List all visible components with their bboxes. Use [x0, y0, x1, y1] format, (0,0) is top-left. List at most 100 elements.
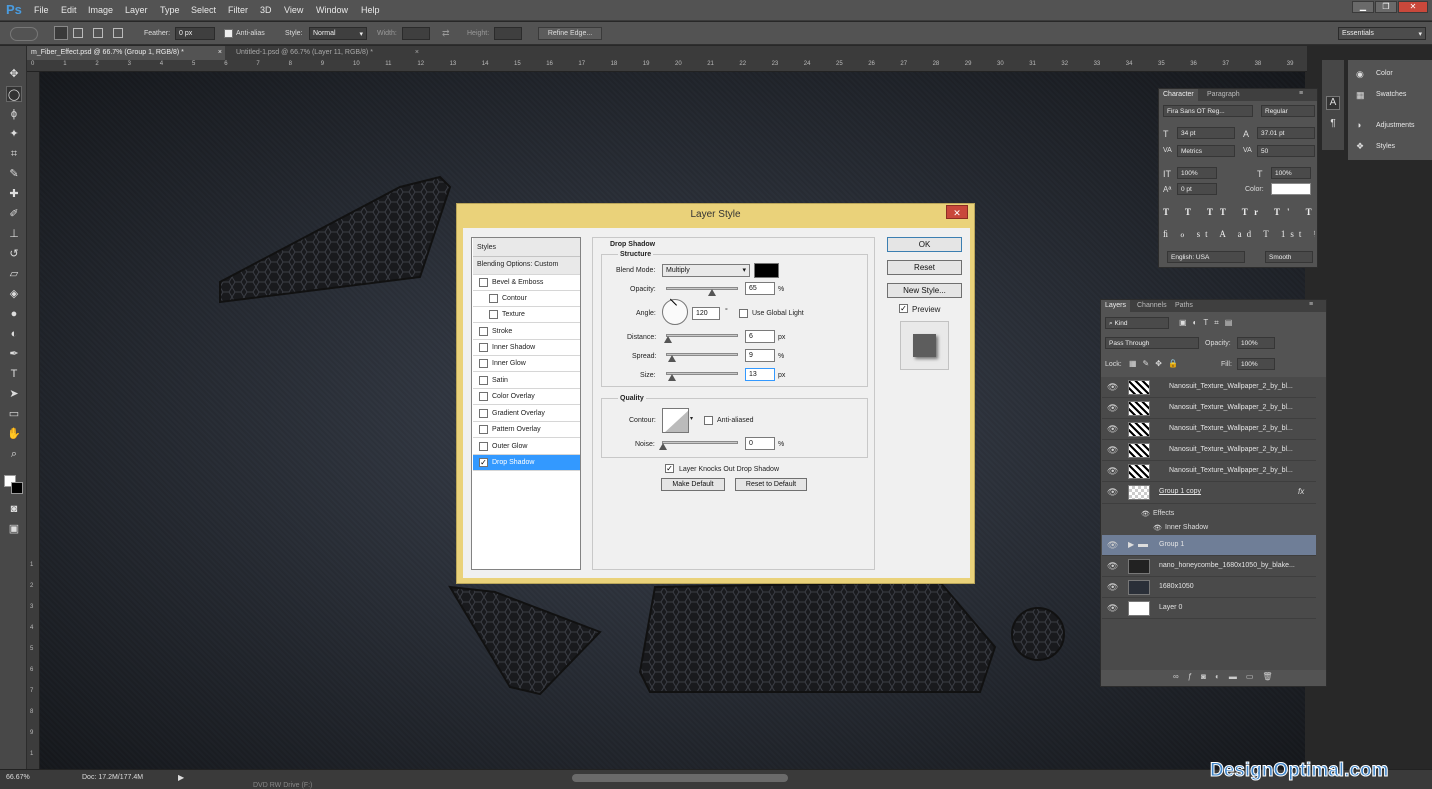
preview-checkbox[interactable]: ✓ — [899, 304, 908, 313]
menu-type[interactable]: Type — [160, 5, 180, 15]
noise-field[interactable]: 0 — [745, 437, 775, 450]
expand-triangle-icon[interactable]: ▶ — [1128, 540, 1134, 549]
spread-slider[interactable] — [666, 353, 738, 356]
satin-checkbox[interactable] — [479, 376, 488, 385]
close-icon[interactable]: ✕ — [1398, 1, 1428, 13]
vertical-scale-field[interactable]: 100% — [1177, 167, 1217, 179]
tracking-field[interactable]: 50 — [1257, 145, 1315, 157]
font-size-field[interactable]: 34 pt — [1177, 127, 1235, 139]
tab-untitled[interactable]: Untitled-1.psd @ 66.7% (Layer 11, RGB/8)… — [232, 46, 422, 60]
pattern-overlay-checkbox[interactable] — [479, 425, 488, 434]
eye-icon[interactable]: 👁 — [1107, 540, 1118, 551]
bevel-emboss-checkbox[interactable] — [479, 278, 488, 287]
history-brush-tool-icon[interactable]: ↺ — [6, 246, 22, 262]
clone-stamp-tool-icon[interactable]: ⊥ — [6, 226, 22, 242]
background-color-swatch[interactable] — [11, 482, 23, 494]
menu-layer[interactable]: Layer — [125, 5, 148, 15]
style-item-satin[interactable]: Satin — [473, 373, 580, 389]
paint-bucket-tool-icon[interactable]: ◈ — [6, 286, 22, 302]
color-panel-icon[interactable]: ◉ — [1356, 69, 1364, 80]
healing-brush-tool-icon[interactable]: ✚ — [6, 186, 22, 202]
crop-tool-icon[interactable]: ⌗ — [6, 146, 22, 162]
panel-menu-icon[interactable]: ≡ — [1309, 301, 1313, 308]
workspace-select[interactable]: Essentials ▾ — [1338, 27, 1426, 40]
reset-to-default-button[interactable]: Reset to Default — [735, 478, 807, 491]
character-panel-icon[interactable]: A — [1326, 96, 1340, 110]
layer-row[interactable]: 👁 Nanosuit_Texture_Wallpaper_2_by_bl... — [1102, 419, 1316, 440]
move-tool-icon[interactable]: ✥ — [6, 66, 22, 82]
intersect-selection-icon[interactable] — [113, 28, 123, 38]
opacity-slider[interactable] — [666, 287, 738, 290]
tab-fiber-effect[interactable]: m_Fiber_Effect.psd @ 66.7% (Group 1, RGB… — [27, 46, 225, 60]
eye-icon[interactable]: 👁 — [1107, 445, 1118, 456]
tab-paragraph[interactable]: Paragraph — [1203, 89, 1244, 101]
width-field[interactable] — [402, 27, 430, 40]
zoom-tool-icon[interactable]: ⌕ — [6, 446, 22, 462]
swap-icon[interactable]: ⇄ — [442, 28, 450, 39]
status-menu-icon[interactable]: ▶ — [178, 773, 184, 782]
lock-icons[interactable]: ▦✎✥🔒 — [1129, 359, 1184, 368]
angle-dial[interactable] — [662, 298, 688, 325]
horizontal-scale-field[interactable]: 100% — [1271, 167, 1311, 179]
adjustments-panel-label[interactable]: Adjustments — [1376, 122, 1415, 129]
quick-mask-icon[interactable]: ◙ — [6, 501, 22, 517]
font-style-select[interactable]: Regular — [1261, 105, 1315, 117]
restore-icon[interactable]: ❐ — [1375, 1, 1397, 13]
baseline-field[interactable]: 0 pt — [1177, 183, 1217, 195]
add-selection-icon[interactable] — [73, 28, 83, 38]
effects-eye-icon[interactable]: 👁 — [1141, 510, 1150, 518]
style-item-gradient-overlay[interactable]: Gradient Overlay — [473, 406, 580, 422]
inner-shadow-checkbox[interactable] — [479, 343, 488, 352]
eye-icon[interactable]: 👁 — [1107, 582, 1118, 593]
paragraph-panel-icon[interactable]: ¶ — [1326, 118, 1340, 132]
layer-row[interactable]: 👁 nano_honeycombe_1680x1050_by_blake... — [1102, 556, 1316, 577]
eye-icon[interactable]: 👁 — [1107, 424, 1118, 435]
brush-tool-icon[interactable]: ✐ — [6, 206, 22, 222]
knockout-checkbox[interactable]: ✓ — [665, 464, 674, 473]
kerning-field[interactable]: Metrics — [1177, 145, 1235, 157]
tab-channels[interactable]: Channels — [1133, 300, 1171, 312]
panel-menu-icon[interactable]: ≡ — [1299, 90, 1303, 97]
layer-filter-icons[interactable]: ▣◐T⌗▤ — [1179, 318, 1238, 328]
fx-icon[interactable]: fx — [1298, 487, 1304, 496]
layer-row[interactable]: 👁 Nanosuit_Texture_Wallpaper_2_by_bl... — [1102, 461, 1316, 482]
adjustments-panel-icon[interactable]: ◑ — [1356, 120, 1361, 130]
eye-icon[interactable]: 👁 — [1107, 561, 1118, 572]
eyedropper-tool-icon[interactable]: ✎ — [6, 166, 22, 182]
menu-3d[interactable]: 3D — [260, 5, 272, 15]
texture-checkbox[interactable] — [489, 310, 498, 319]
pen-tool-icon[interactable]: ✒ — [6, 346, 22, 362]
style-item-inner-glow[interactable]: Inner Glow — [473, 356, 580, 372]
blend-mode-select[interactable]: Pass Through — [1105, 337, 1199, 349]
inner-shadow-eye-icon[interactable]: 👁 — [1153, 524, 1162, 532]
layer-filter-select[interactable]: ⌕ Kind — [1105, 317, 1169, 329]
gradient-overlay-checkbox[interactable] — [479, 409, 488, 418]
styles-panel-label[interactable]: Styles — [1376, 143, 1395, 150]
distance-slider-knob[interactable] — [664, 336, 672, 343]
elliptical-marquee-icon[interactable] — [10, 27, 38, 41]
menu-image[interactable]: Image — [88, 5, 113, 15]
language-select[interactable]: English: USA — [1167, 251, 1245, 263]
dialog-close-button[interactable]: ✕ — [946, 205, 968, 219]
layer-row[interactable]: 👁 Group 1 copy fx — [1102, 482, 1316, 504]
layer-row[interactable]: 👁 Nanosuit_Texture_Wallpaper_2_by_bl... — [1102, 440, 1316, 461]
ellipse-marquee-tool-icon[interactable]: ◯ — [6, 86, 22, 102]
eye-icon[interactable]: 👁 — [1107, 466, 1118, 477]
tab-character[interactable]: Character — [1159, 89, 1198, 101]
tab-layers[interactable]: Layers — [1101, 300, 1131, 312]
layers-footer-icons[interactable]: ∞ƒ◙◐▬▭🗑 — [1173, 672, 1282, 681]
lasso-tool-icon[interactable]: ϕ — [6, 106, 22, 122]
dodge-tool-icon[interactable]: ◐ — [6, 326, 22, 342]
new-style-button[interactable]: New Style... — [887, 283, 962, 298]
refine-edge-button[interactable]: Refine Edge... — [538, 27, 602, 40]
hand-tool-icon[interactable]: ✋ — [6, 426, 22, 442]
fill-field[interactable]: 100% — [1237, 358, 1275, 370]
menu-view[interactable]: View — [284, 5, 303, 15]
contour-preview[interactable] — [662, 408, 689, 433]
layer-row[interactable]: 👁 Nanosuit_Texture_Wallpaper_2_by_bl... — [1102, 398, 1316, 419]
color-overlay-checkbox[interactable] — [479, 392, 488, 401]
opacity-slider-knob[interactable] — [708, 289, 716, 296]
contour-dropdown-icon[interactable]: ▾ — [690, 415, 693, 422]
text-color-swatch[interactable] — [1271, 183, 1311, 195]
size-slider-knob[interactable] — [668, 374, 676, 381]
